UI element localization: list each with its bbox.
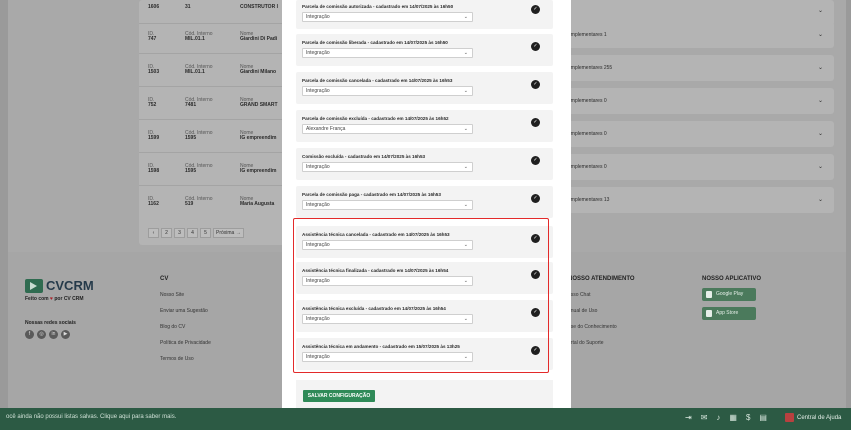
chevron-down-icon: ⌄: [463, 202, 468, 208]
check-icon[interactable]: ✓: [531, 42, 540, 51]
save-configuration-button[interactable]: SALVAR CONFIGURAÇÃO: [303, 390, 375, 402]
notification-item: Parcela de comissão cancelada - cadastra…: [296, 72, 553, 104]
footer-link[interactable]: Enviar uma Sugestão: [160, 308, 208, 314]
notification-item: Parcela de comissão liberada - cadastrad…: [296, 34, 553, 66]
chevron-down-icon[interactable]: ⌄: [818, 97, 823, 104]
cv-column-title: CV: [160, 276, 169, 282]
divider: [139, 185, 294, 186]
check-icon[interactable]: ✓: [531, 5, 540, 14]
divider: [139, 53, 294, 54]
chevron-down-icon: ⌄: [463, 126, 468, 132]
notification-item: Parcela de comissão paga - cadastrado em…: [296, 186, 553, 218]
document-icon[interactable]: ▤: [759, 413, 767, 422]
chevron-down-icon[interactable]: ⌄: [818, 31, 823, 38]
youtube-icon[interactable]: ▶: [61, 330, 70, 339]
page-button[interactable]: 5: [200, 228, 211, 238]
footer-link[interactable]: osso Chat: [568, 292, 591, 298]
footer-link[interactable]: Blog do CV: [160, 324, 185, 330]
divider: [139, 23, 294, 24]
notification-select[interactable]: Integração ⌄: [302, 86, 473, 96]
page-next-button[interactable]: Próxima →: [213, 228, 244, 238]
footer-link[interactable]: Termos de Uso: [160, 356, 194, 362]
made-with-love: Feito com ♥ por CV CRM: [25, 296, 84, 302]
chevron-down-icon[interactable]: ⌄: [818, 130, 823, 137]
heart-icon: ♥: [50, 296, 53, 302]
instagram-icon[interactable]: ◎: [37, 330, 46, 339]
highlight-box: [293, 218, 549, 373]
footer-link[interactable]: anual de Uso: [568, 308, 597, 314]
chevron-down-icon: ⌄: [463, 164, 468, 170]
support-column-title: NOSSO ATENDIMENTO: [568, 276, 635, 282]
help-icon: [785, 413, 794, 422]
footer-link[interactable]: Política de Privacidade: [160, 340, 211, 346]
page-button[interactable]: 3: [174, 228, 185, 238]
footer-link[interactable]: ortal do Suporte: [568, 340, 604, 346]
notification-select[interactable]: Integração ⌄: [302, 12, 473, 22]
notification-select[interactable]: Integração ⌄: [302, 162, 473, 172]
check-icon[interactable]: ✓: [531, 80, 540, 89]
message-icon[interactable]: ✉: [701, 413, 708, 422]
linkedin-icon[interactable]: in: [49, 330, 58, 339]
app-store-button[interactable]: App Store: [702, 307, 756, 320]
notification-item: Comissão excluída - cadastrado em 14/07/…: [296, 148, 553, 180]
chevron-down-icon: ⌄: [463, 88, 468, 94]
notification-item: Parcela de comissão excluída - cadastrad…: [296, 110, 553, 142]
page-button[interactable]: 2: [161, 228, 172, 238]
app-column-title: NOSSO APLICATIVO: [702, 276, 762, 282]
notification-select[interactable]: Integração ⌄: [302, 200, 473, 210]
divider: [139, 119, 294, 120]
pagination: ‹ 2 3 4 5 Próxima →: [148, 228, 244, 238]
notification-select[interactable]: Integração ⌄: [302, 48, 473, 58]
footer-link[interactable]: ase do Conhecimento: [568, 324, 617, 330]
notification-item: Parcela de comissão autorizada - cadastr…: [296, 0, 553, 29]
check-icon[interactable]: ✓: [531, 118, 540, 127]
logo-icon: [25, 278, 43, 293]
check-icon[interactable]: ✓: [531, 156, 540, 165]
saved-lists-message[interactable]: ocê ainda não possui listas salvas. Cliq…: [6, 414, 176, 420]
social-links: f ◎ in ▶: [25, 330, 70, 339]
divider: [139, 152, 294, 153]
status-bar: ocê ainda não possui listas salvas. Cliq…: [0, 408, 851, 430]
cvcrm-logo[interactable]: CVCRM: [25, 278, 94, 293]
page-button[interactable]: 4: [187, 228, 198, 238]
chevron-down-icon: ⌄: [463, 14, 468, 20]
social-title: Nossas redes sociais: [25, 320, 76, 326]
bell-icon[interactable]: ♪: [716, 413, 720, 422]
chevron-down-icon[interactable]: ⌄: [818, 163, 823, 170]
google-play-button[interactable]: Google Play: [702, 288, 756, 301]
chevron-down-icon[interactable]: ⌄: [818, 64, 823, 71]
status-icons: ⇥ ✉ ♪ ▦ $ ▤: [685, 413, 767, 422]
chevron-down-icon[interactable]: ⌄: [818, 7, 823, 14]
check-icon[interactable]: ✓: [531, 194, 540, 203]
help-center-button[interactable]: Central de Ajuda: [785, 413, 841, 422]
logout-icon[interactable]: ⇥: [685, 413, 692, 422]
divider: [139, 86, 294, 87]
footer-link[interactable]: Nosso Site: [160, 292, 184, 298]
facebook-icon[interactable]: f: [25, 330, 34, 339]
calendar-icon[interactable]: ▦: [729, 413, 737, 422]
notification-select[interactable]: Alexandre França ⌄: [302, 124, 473, 134]
chevron-down-icon[interactable]: ⌄: [818, 196, 823, 203]
chevron-down-icon: ⌄: [463, 50, 468, 56]
dollar-icon[interactable]: $: [746, 413, 750, 422]
page-prev-button[interactable]: ‹: [148, 228, 159, 238]
